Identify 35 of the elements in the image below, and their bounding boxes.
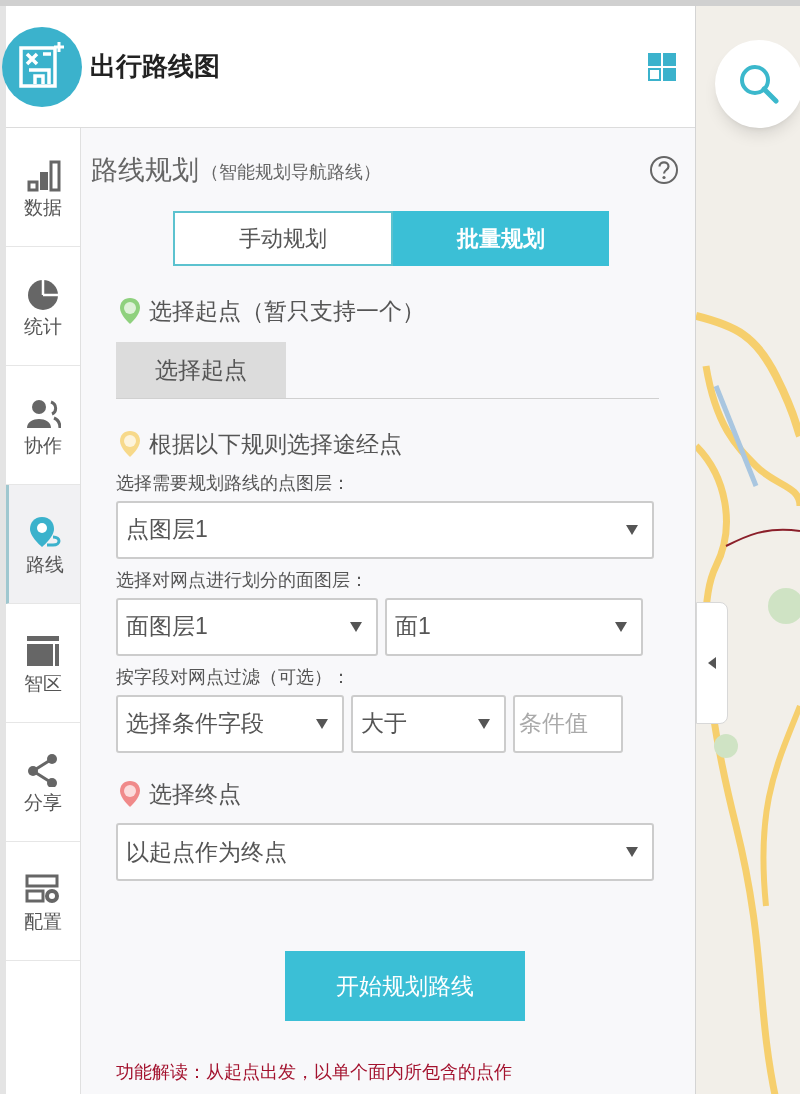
app-title: 出行路线图 bbox=[90, 50, 220, 83]
condition-field-select[interactable]: 选择条件字段 bbox=[116, 694, 344, 753]
waypoints-heading: 根据以下规则选择途经点 bbox=[149, 430, 402, 459]
panel-subtitle: （智能规划导航路线） bbox=[201, 160, 381, 184]
caret-down-icon bbox=[478, 718, 490, 729]
collapse-tab[interactable] bbox=[696, 602, 728, 724]
panels-icon bbox=[25, 633, 61, 668]
end-point-select[interactable]: 以起点作为终点 bbox=[116, 823, 654, 881]
operator-select[interactable]: 大于 bbox=[351, 694, 506, 753]
caret-left-icon bbox=[708, 657, 716, 669]
area-select[interactable]: 面1 bbox=[385, 597, 643, 656]
function-note: 功能解读：从起点出发，以单个面内所包含的点作 bbox=[116, 1061, 513, 1084]
mode-tab[interactable]: 手动规划 bbox=[173, 210, 393, 266]
caret-down-icon bbox=[626, 847, 638, 857]
map-pin-icon bbox=[119, 430, 141, 459]
field-label: 选择需要规划路线的点图层： bbox=[116, 471, 351, 495]
end-point-heading: 选择终点 bbox=[149, 779, 241, 809]
start-point-heading: 选择起点（暂只支持一个） bbox=[149, 296, 425, 326]
caret-down-icon bbox=[316, 718, 328, 729]
map-pin-icon bbox=[119, 296, 141, 325]
area-layer-select[interactable]: 面图层1 bbox=[116, 597, 378, 656]
field-label: 按字段对网点过滤（可选）： bbox=[116, 665, 351, 689]
grid-menu-icon[interactable] bbox=[647, 51, 677, 82]
search-icon bbox=[737, 62, 781, 106]
map-pin-icon bbox=[119, 779, 141, 808]
help-icon[interactable] bbox=[649, 155, 679, 186]
caret-down-icon bbox=[626, 524, 638, 535]
point-layer-select[interactable]: 点图层1 bbox=[116, 500, 654, 559]
caret-down-icon bbox=[615, 621, 627, 632]
condition-value-field[interactable]: 条件值 bbox=[513, 694, 623, 753]
panel-title: 路线规划 bbox=[91, 154, 199, 187]
field-label: 选择对网点进行划分的面图层： bbox=[116, 568, 369, 592]
select-start-button[interactable]: 选择起点 bbox=[116, 342, 286, 398]
caret-down-icon bbox=[350, 621, 362, 632]
nav-item[interactable]: 路线 bbox=[6, 485, 80, 604]
